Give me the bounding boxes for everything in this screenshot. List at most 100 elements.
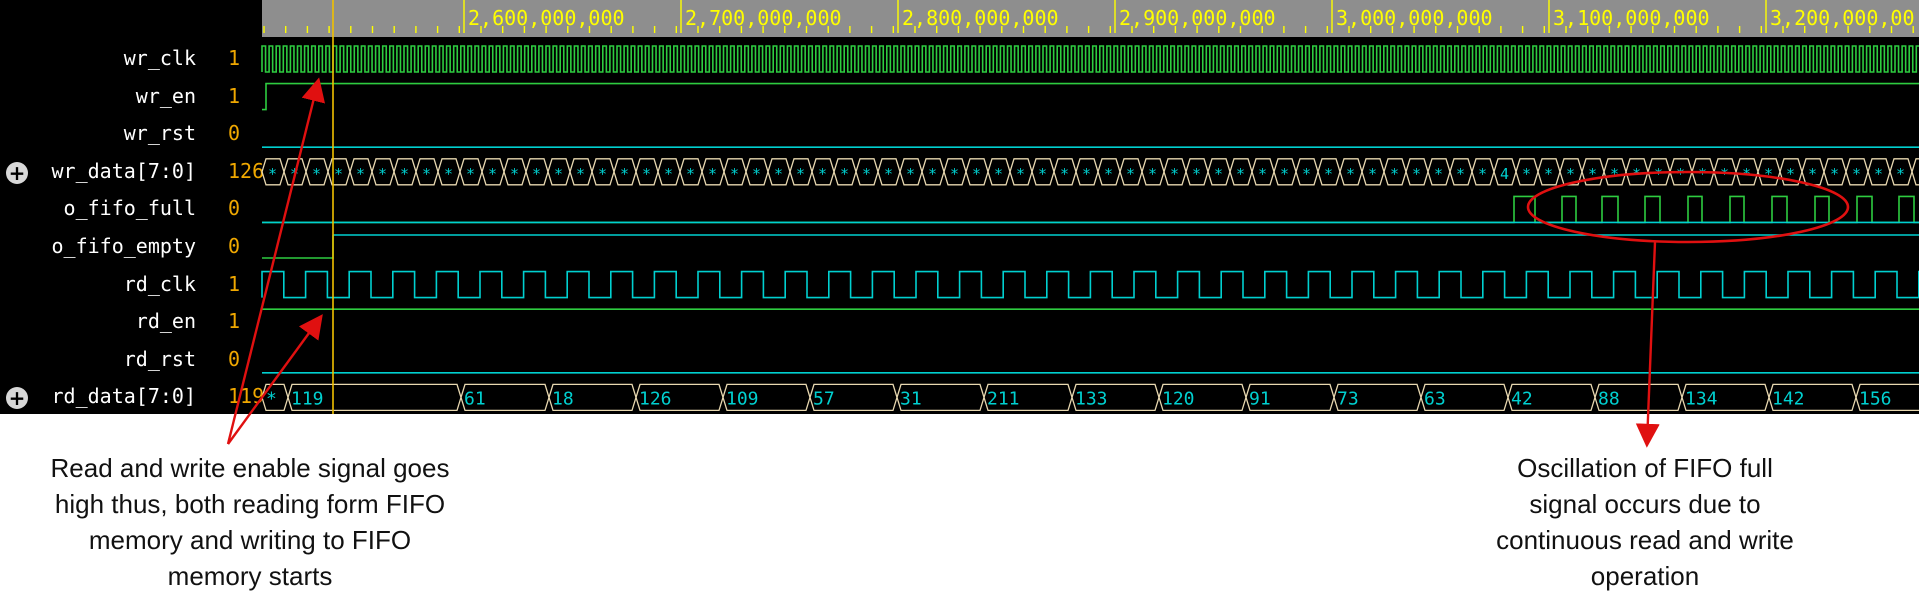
wr-data-bus-label: * — [334, 165, 343, 183]
wr-data-bus-label: * — [642, 165, 651, 183]
wr-data-bus-label: * — [1544, 165, 1553, 183]
wr-data-bus-label: * — [1104, 165, 1113, 183]
wr-data-bus-label: * — [994, 165, 1003, 183]
wr-data-bus-label: * — [1390, 165, 1399, 183]
wr-data-bus-label: * — [1830, 165, 1839, 183]
wr-data-bus-label: * — [1676, 165, 1685, 183]
wr-data-bus-label: * — [1522, 165, 1531, 183]
rd-data-bus-label: 91 — [1249, 388, 1271, 409]
wr-data-bus-label: * — [1808, 165, 1817, 183]
annotation-left-text: Read and write enable signal goes high t… — [50, 453, 450, 591]
wr-data-bus-label: * — [488, 165, 497, 183]
wr-data-bus-label: * — [906, 165, 915, 183]
wr-data-bus-label: * — [1258, 165, 1267, 183]
wr-data-bus-label: * — [1852, 165, 1861, 183]
rd-data-bus-label: 133 — [1075, 388, 1108, 409]
rd-data-bus-label: 31 — [900, 388, 922, 409]
wr-data-bus-label: * — [1038, 165, 1047, 183]
wr-data-bus-label: * — [378, 165, 387, 183]
wr-data-bus-label: * — [972, 165, 981, 183]
rd-data-bus-label: 63 — [1424, 388, 1446, 409]
wr-data-bus-label: * — [400, 165, 409, 183]
wr-data-bus-label: * — [928, 165, 937, 183]
wr-data-bus-label: * — [1742, 165, 1751, 183]
wr-data-bus-label: * — [818, 165, 827, 183]
wr-data-bus-label: * — [1346, 165, 1355, 183]
wr-data-bus-label: * — [1016, 165, 1025, 183]
rd-data-bus-label: 120 — [1162, 388, 1195, 409]
wr-data-bus-label: * — [1456, 165, 1465, 183]
wr-data-bus-label: * — [796, 165, 805, 183]
waveform-canvas[interactable]: * * * * * * * * * * * * * * * * * * * * * * * * * * * * * * * * * * * * * * * *… — [0, 0, 1919, 414]
wr-data-bus-label: * — [1214, 165, 1223, 183]
wr-data-bus-label: * — [862, 165, 871, 183]
wr-data-bus-label: * — [884, 165, 893, 183]
wr-data-bus-label: * — [1302, 165, 1311, 183]
rd-data-bus-label: 57 — [813, 388, 835, 409]
wr-data-bus-label: * — [1148, 165, 1157, 183]
wr-data-bus-label: * — [1324, 165, 1333, 183]
wr-data-bus-label: * — [1896, 165, 1905, 183]
wr-data-bus-label: * — [1412, 165, 1421, 183]
wr-data-bus-label: * — [1368, 165, 1377, 183]
wr-data-bus-label: * — [1126, 165, 1135, 183]
wr-data-bus-label: * — [950, 165, 959, 183]
wr-data-bus-label: * — [1082, 165, 1091, 183]
rd-data-bus-label: 119 — [291, 388, 324, 409]
o-fifo-empty-waveform — [262, 235, 334, 259]
wr-data-bus-label: * — [598, 165, 607, 183]
wr-data-bus-label: 4 — [1500, 165, 1509, 183]
rd-data-bus-label: 73 — [1337, 388, 1359, 409]
wr-data-bus-label: * — [290, 165, 299, 183]
rd-data-bus-label: 109 — [726, 388, 759, 409]
wr-data-bus-label: * — [1764, 165, 1773, 183]
rd-clk-waveform — [261, 270, 1919, 299]
rd-data-bus-label: * — [266, 388, 277, 409]
wr-data-bus-label: * — [466, 165, 475, 183]
wr-data-bus-label: * — [1478, 165, 1487, 183]
wr-data-bus-label: * — [1720, 165, 1729, 183]
wr-data-bus-label: * — [686, 165, 695, 183]
wr-data-bus-label: * — [1698, 165, 1707, 183]
wr-data-bus-label: * — [356, 165, 365, 183]
wr-data-bus-label: * — [1192, 165, 1201, 183]
wr-data-bus-label: * — [1170, 165, 1179, 183]
annotation-right-text: Oscillation of FIFO full signal occurs d… — [1496, 453, 1794, 591]
rd-data-bus-label: 134 — [1685, 388, 1718, 409]
wr-data-bus-label: * — [708, 165, 717, 183]
wr-data-bus-label: * — [1060, 165, 1069, 183]
wr-data-bus-label: * — [1632, 165, 1641, 183]
wr-en-waveform — [262, 82, 1919, 111]
wr-data-bus-label: * — [268, 165, 277, 183]
rd-data-bus-label: 142 — [1772, 388, 1805, 409]
wr-data-bus-label: * — [730, 165, 739, 183]
rd-data-bus-label: 126 — [639, 388, 672, 409]
wr-data-bus-label: * — [444, 165, 453, 183]
rd-data-bus-label: 156 — [1859, 388, 1892, 409]
wr-data-bus-label: * — [576, 165, 585, 183]
wr-data-bus-label: * — [1786, 165, 1795, 183]
wr-data-bus-label: * — [1236, 165, 1245, 183]
wr-data-bus-label: * — [532, 165, 541, 183]
wr-data-bus-label: * — [422, 165, 431, 183]
wr-data-bus-label: * — [774, 165, 783, 183]
rd-data-bus-label: 18 — [552, 388, 574, 409]
wr-data-bus-label: * — [620, 165, 629, 183]
wr-data-bus-label: * — [840, 165, 849, 183]
wr-data-bus-label: * — [1874, 165, 1883, 183]
o-fifo-full-waveform — [262, 195, 1919, 224]
wr-data-bus-label: * — [1588, 165, 1597, 183]
wr-data-bus-label: * — [312, 165, 321, 183]
rd-data-bus-label: 211 — [987, 388, 1020, 409]
wr-data-bus-label: * — [1434, 165, 1443, 183]
wr-data-bus-label: * — [1566, 165, 1575, 183]
wr-data-bus-label: * — [664, 165, 673, 183]
wr-data-bus-label: * — [554, 165, 563, 183]
wr-data-bus-label: * — [752, 165, 761, 183]
waveform-window: 2,600,000,000 2,700,000,000 2,800,000,000 2… — [0, 0, 1919, 414]
wr-data-bus-label: * — [1280, 165, 1289, 183]
wr-data-bus-label: * — [510, 165, 519, 183]
wr-data-bus-label: * — [1654, 165, 1663, 183]
wr-clk-waveform — [261, 45, 1919, 73]
wr-data-bus-label: * — [1610, 165, 1619, 183]
